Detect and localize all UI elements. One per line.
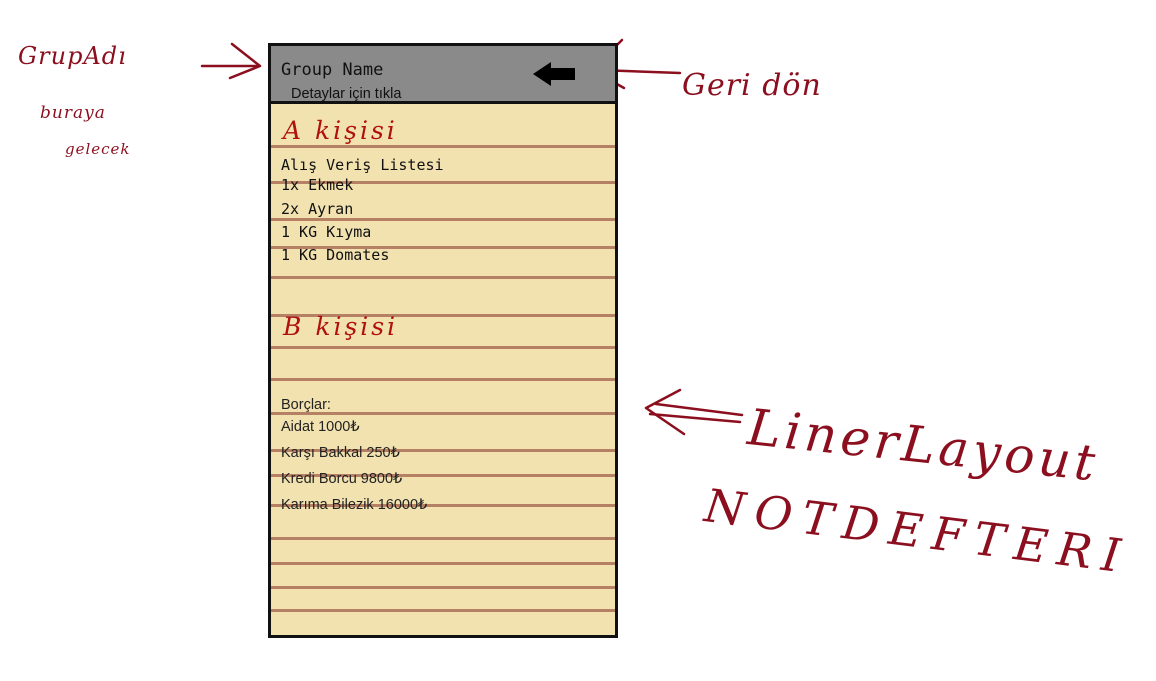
arrow-left-icon xyxy=(533,62,575,86)
list-item: 1 KG Kıyma xyxy=(281,223,372,241)
group-name: Group Name xyxy=(281,60,384,80)
details-link[interactable]: Detaylar için tıkla xyxy=(291,86,401,102)
group-header[interactable]: Group Name Detaylar için tıkla xyxy=(271,46,615,104)
rule-line xyxy=(271,586,615,589)
rule-line xyxy=(271,537,615,540)
list-item: Karşı Bakkal 250₺ xyxy=(281,445,400,461)
phone-mockup: Group Name Detaylar için tıkla A kişisi … xyxy=(268,43,618,638)
list-item: Kredi Borcu 9800₺ xyxy=(281,471,403,487)
notebook-paper: A kişisi Alış Veriş Listesi 1x Ekmek 2x … xyxy=(271,104,615,635)
section-b-label: B kişisi xyxy=(283,312,399,341)
rule-line xyxy=(271,378,615,381)
section-b-title: Borçlar: xyxy=(281,397,331,413)
group-name-arrow-icon xyxy=(200,42,262,80)
list-item: Karıma Bilezik 16000₺ xyxy=(281,497,428,513)
list-item: 1x Ekmek xyxy=(281,176,354,194)
back-button[interactable] xyxy=(531,60,577,88)
section-a-label: A kişisi xyxy=(283,116,398,145)
section-a-title: Alış Veriş Listesi xyxy=(281,156,444,174)
rule-line xyxy=(271,145,615,148)
list-item: Aidat 1000₺ xyxy=(281,419,360,435)
rule-line xyxy=(271,346,615,349)
list-layout-arrow-icon xyxy=(644,388,744,436)
rule-line xyxy=(271,609,615,612)
rule-line xyxy=(271,218,615,221)
rule-line xyxy=(271,276,615,279)
list-item: 1 KG Domates xyxy=(281,246,390,264)
list-item: 2x Ayran xyxy=(281,200,354,218)
rule-line xyxy=(271,562,615,565)
